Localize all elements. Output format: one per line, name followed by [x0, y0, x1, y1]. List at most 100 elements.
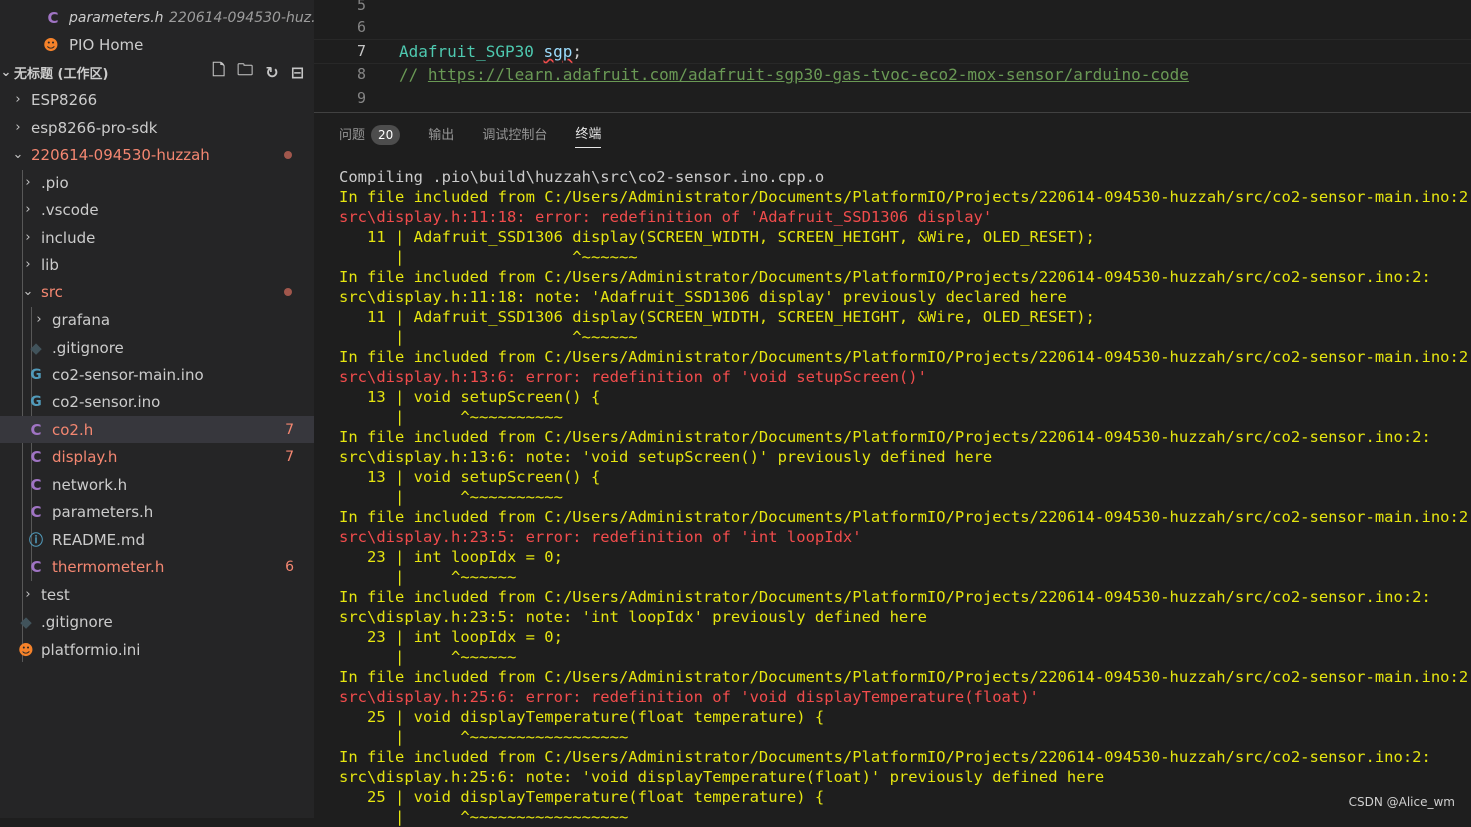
tree-folder-include[interactable]: › include	[0, 224, 314, 251]
tree-label: .pio	[41, 173, 69, 192]
terminal-line: | ^~~~~~~~~~~~~~~~~~	[339, 808, 629, 826]
c-file-icon: C	[30, 475, 42, 494]
tree-file-platformio-ini[interactable]: ☻ platformio.ini	[0, 636, 314, 663]
terminal-line: 11 | Adafruit_SSD1306 display(SCREEN_WID…	[339, 228, 1095, 246]
tree-label: lib	[41, 255, 59, 274]
chevron-right-icon: ›	[36, 312, 42, 327]
code-link[interactable]: https://learn.adafruit.com/adafruit-sgp3…	[428, 65, 1189, 84]
code-type: Adafruit_SGP30	[399, 42, 534, 61]
tree-label: co2-sensor-main.ino	[52, 365, 204, 384]
tab-label: 输出	[428, 127, 455, 143]
terminal-line: In file included from C:/Users/Administr…	[339, 348, 1471, 366]
terminal-line: In file included from C:/Users/Administr…	[339, 428, 1431, 446]
bottom-panel: 问题 20 输出 调试控制台 终端 Compiling .pio\build\hu…	[314, 112, 1471, 826]
terminal-line: 13 | void setupScreen() {	[339, 468, 601, 486]
tab-output[interactable]: 输出	[428, 124, 454, 148]
tree-label: 220614-094530-huzzah	[31, 145, 210, 164]
line-number: 9	[356, 89, 366, 107]
workspace-header[interactable]: ⌄ 无标题 (工作区) 🗋 🗀 ↻ ⊟	[0, 59, 314, 86]
tab-label: 调试控制台	[482, 127, 548, 143]
problem-count-badge: 6	[285, 558, 294, 575]
tree-file-gitignore-root[interactable]: ◆ .gitignore	[0, 608, 314, 635]
tree-file-gitignore[interactable]: ◆ .gitignore	[0, 334, 314, 361]
git-icon: ◆	[20, 612, 32, 631]
tree-folder-grafana[interactable]: › grafana	[0, 306, 314, 333]
tree-folder-huzzah[interactable]: ⌄ 220614-094530-huzzah	[0, 141, 314, 168]
tree-file-readme[interactable]: ⓘ README.md	[0, 526, 314, 553]
tree-folder-src[interactable]: ⌄ src	[0, 278, 314, 305]
tab-problems[interactable]: 问题 20	[339, 124, 401, 148]
chevron-right-icon: ›	[25, 175, 31, 190]
tree-label: .vscode	[41, 200, 99, 219]
terminal-line: 25 | void displayTemperature(float tempe…	[339, 788, 825, 806]
c-file-icon: C	[30, 447, 42, 466]
tree-label: ESP8266	[31, 90, 98, 109]
refresh-icon[interactable]: ↻	[265, 63, 278, 82]
tree-label: thermometer.h	[52, 557, 165, 576]
open-editor-label: PIO Home	[69, 35, 144, 54]
terminal-line: src\display.h:25:6: note: 'void displayT…	[339, 768, 1105, 786]
editor-line-current: 7 Adafruit_SGP30 sgp;	[314, 39, 1471, 64]
open-editor-pio-home[interactable]: ☻ PIO Home	[0, 31, 314, 58]
terminal-line: src\display.h:13:6: note: 'void setupScr…	[339, 448, 993, 466]
tree-file-display-h[interactable]: C display.h 7	[0, 443, 314, 470]
terminal-line: src\display.h:23:5: error: redefinition …	[339, 528, 862, 546]
tab-label: 终端	[575, 127, 602, 142]
tree-file-co2-sensor-main[interactable]: G co2-sensor-main.ino	[0, 361, 314, 388]
watermark: CSDN @Alice_wm	[1348, 795, 1455, 809]
tree-folder-esp8266[interactable]: › ESP8266	[0, 86, 314, 113]
tree-folder-esp8266-pro-sdk[interactable]: › esp8266-pro-sdk	[0, 114, 314, 141]
tree-folder-pio[interactable]: › .pio	[0, 169, 314, 196]
terminal-line: | ^~~~~~~~~~~	[339, 488, 563, 506]
terminal-line: In file included from C:/Users/Administr…	[339, 508, 1471, 526]
tree-label: platformio.ini	[41, 640, 141, 659]
collapse-all-icon[interactable]: ⊟	[291, 63, 304, 82]
workspace-title: 无标题 (工作区)	[14, 67, 109, 82]
new-folder-icon[interactable]: 🗀	[237, 59, 253, 86]
terminal-line: | ^~~~~~~	[339, 248, 638, 266]
chevron-right-icon: ›	[15, 92, 21, 107]
problem-count-badge: 7	[285, 448, 294, 465]
tree-file-thermometer-h[interactable]: C thermometer.h 6	[0, 553, 314, 580]
tree-label: network.h	[52, 475, 128, 494]
chevron-down-icon: ⌄	[0, 65, 12, 80]
line-number: 6	[356, 18, 366, 36]
problem-count-badge: 20	[371, 124, 401, 145]
open-editor-parameters[interactable]: C parameters.h 220614-094530-huz...	[0, 4, 314, 31]
code-comment: //	[399, 65, 428, 84]
tree-label: src	[41, 282, 63, 301]
tab-terminal[interactable]: 终端	[575, 123, 602, 148]
tree-file-co2-h[interactable]: C co2.h 7	[0, 416, 314, 443]
chevron-right-icon: ›	[25, 587, 31, 602]
tree-folder-lib[interactable]: › lib	[0, 251, 314, 278]
terminal-line: src\display.h:25:6: error: redefinition …	[339, 688, 1039, 706]
tab-label: 问题	[339, 127, 366, 143]
arduino-icon: G	[30, 393, 42, 410]
editor-line: 9	[314, 87, 1471, 110]
tree-folder-vscode[interactable]: › .vscode	[0, 196, 314, 223]
code-text: Adafruit_SGP30 sgp;	[399, 40, 582, 63]
tree-label: display.h	[52, 447, 118, 466]
tab-debug-console[interactable]: 调试控制台	[482, 124, 547, 148]
tree-file-parameters-h[interactable]: C parameters.h	[0, 498, 314, 525]
modified-dot	[284, 287, 292, 296]
terminal-line: | ^~~~~~~	[339, 648, 517, 666]
platformio-icon: ☻	[43, 35, 59, 54]
code-editor[interactable]: 5 6 7 Adafruit_SGP30 sgp; 8 // https://l…	[314, 0, 1471, 112]
terminal-output[interactable]: Compiling .pio\build\huzzah\src\co2-sens…	[339, 167, 1471, 827]
tree-file-co2-sensor[interactable]: G co2-sensor.ino	[0, 388, 314, 415]
modified-dot	[284, 150, 292, 159]
c-file-icon: C	[30, 557, 42, 576]
tree-file-network-h[interactable]: C network.h	[0, 471, 314, 498]
tree-label: .gitignore	[52, 338, 124, 357]
new-file-icon[interactable]: 🗋	[212, 59, 225, 86]
terminal-line: 11 | Adafruit_SSD1306 display(SCREEN_WID…	[339, 308, 1095, 326]
line-number: 5	[356, 0, 366, 14]
chevron-right-icon: ›	[25, 202, 31, 217]
tree-label: co2.h	[52, 420, 94, 439]
tree-label: README.md	[52, 530, 146, 549]
tree-folder-test[interactable]: › test	[0, 581, 314, 608]
tree-label: .gitignore	[41, 612, 113, 631]
terminal-line: 23 | int loopIdx = 0;	[339, 548, 563, 566]
terminal-line: In file included from C:/Users/Administr…	[339, 668, 1471, 686]
